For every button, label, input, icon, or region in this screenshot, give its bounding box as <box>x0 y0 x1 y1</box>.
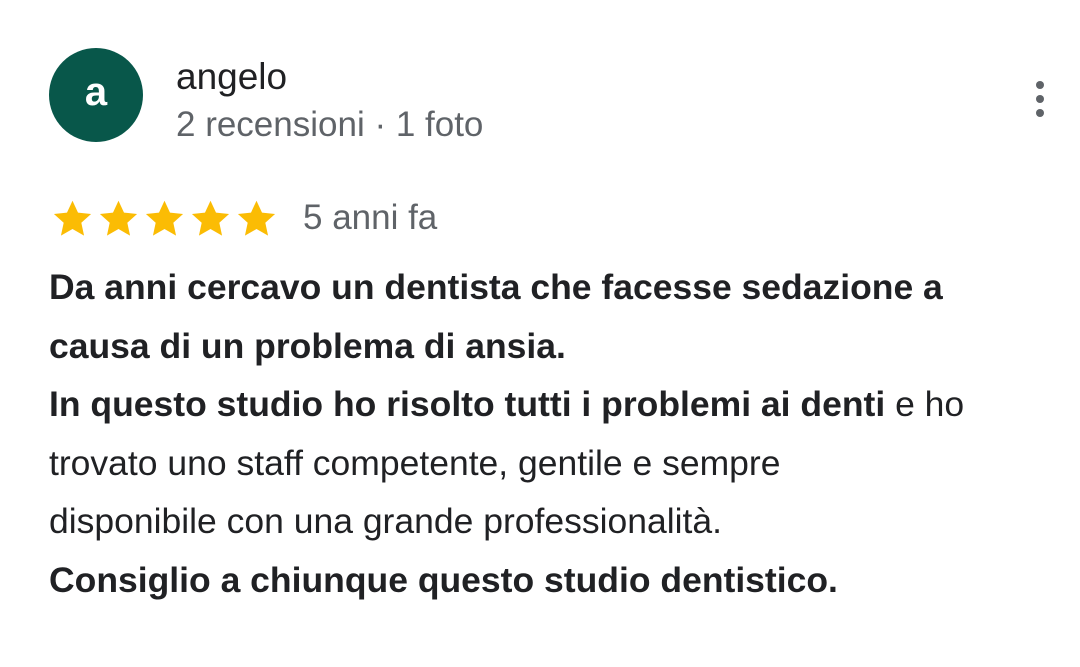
review-text-line: disponibile con una grande professionali… <box>49 501 722 541</box>
more-options-button[interactable] <box>1020 76 1060 122</box>
review-text-line: trovato uno staff competente, gentile e … <box>49 442 781 483</box>
review-text-regular-segment: e ho <box>885 384 965 424</box>
review-card: a angelo 2 recensioni · 1 foto 5 anni fa… <box>0 0 1080 667</box>
star-icon <box>142 196 187 241</box>
avatar-initial: a <box>84 70 108 114</box>
star-rating <box>50 196 279 241</box>
review-text-line: In questo studio ho risolto tutti i prob… <box>49 375 1049 434</box>
author-name[interactable]: angelo <box>176 55 287 99</box>
review-text-line: Da anni cercavo un dentista che facesse … <box>49 267 943 307</box>
star-icon <box>188 196 233 241</box>
avatar[interactable]: a <box>49 48 143 142</box>
review-text-line: causa di un problema di ansia. <box>49 325 566 366</box>
author-meta[interactable]: 2 recensioni · 1 foto <box>176 103 483 147</box>
more-vert-icon <box>1036 81 1044 89</box>
review-text-line: Consiglio a chiunque questo studio denti… <box>49 559 838 600</box>
star-icon <box>50 196 95 241</box>
review-date: 5 anni fa <box>303 198 438 237</box>
more-vert-icon-dot <box>1036 109 1044 117</box>
more-vert-icon-dot <box>1036 95 1044 103</box>
review-text: Da anni cercavo un dentista che facesse … <box>49 258 1049 609</box>
rating-row: 5 anni fa <box>50 194 437 242</box>
star-icon <box>96 196 141 241</box>
review-text-bold-segment: In questo studio ho risolto tutti i prob… <box>49 384 886 424</box>
star-icon <box>234 196 279 241</box>
